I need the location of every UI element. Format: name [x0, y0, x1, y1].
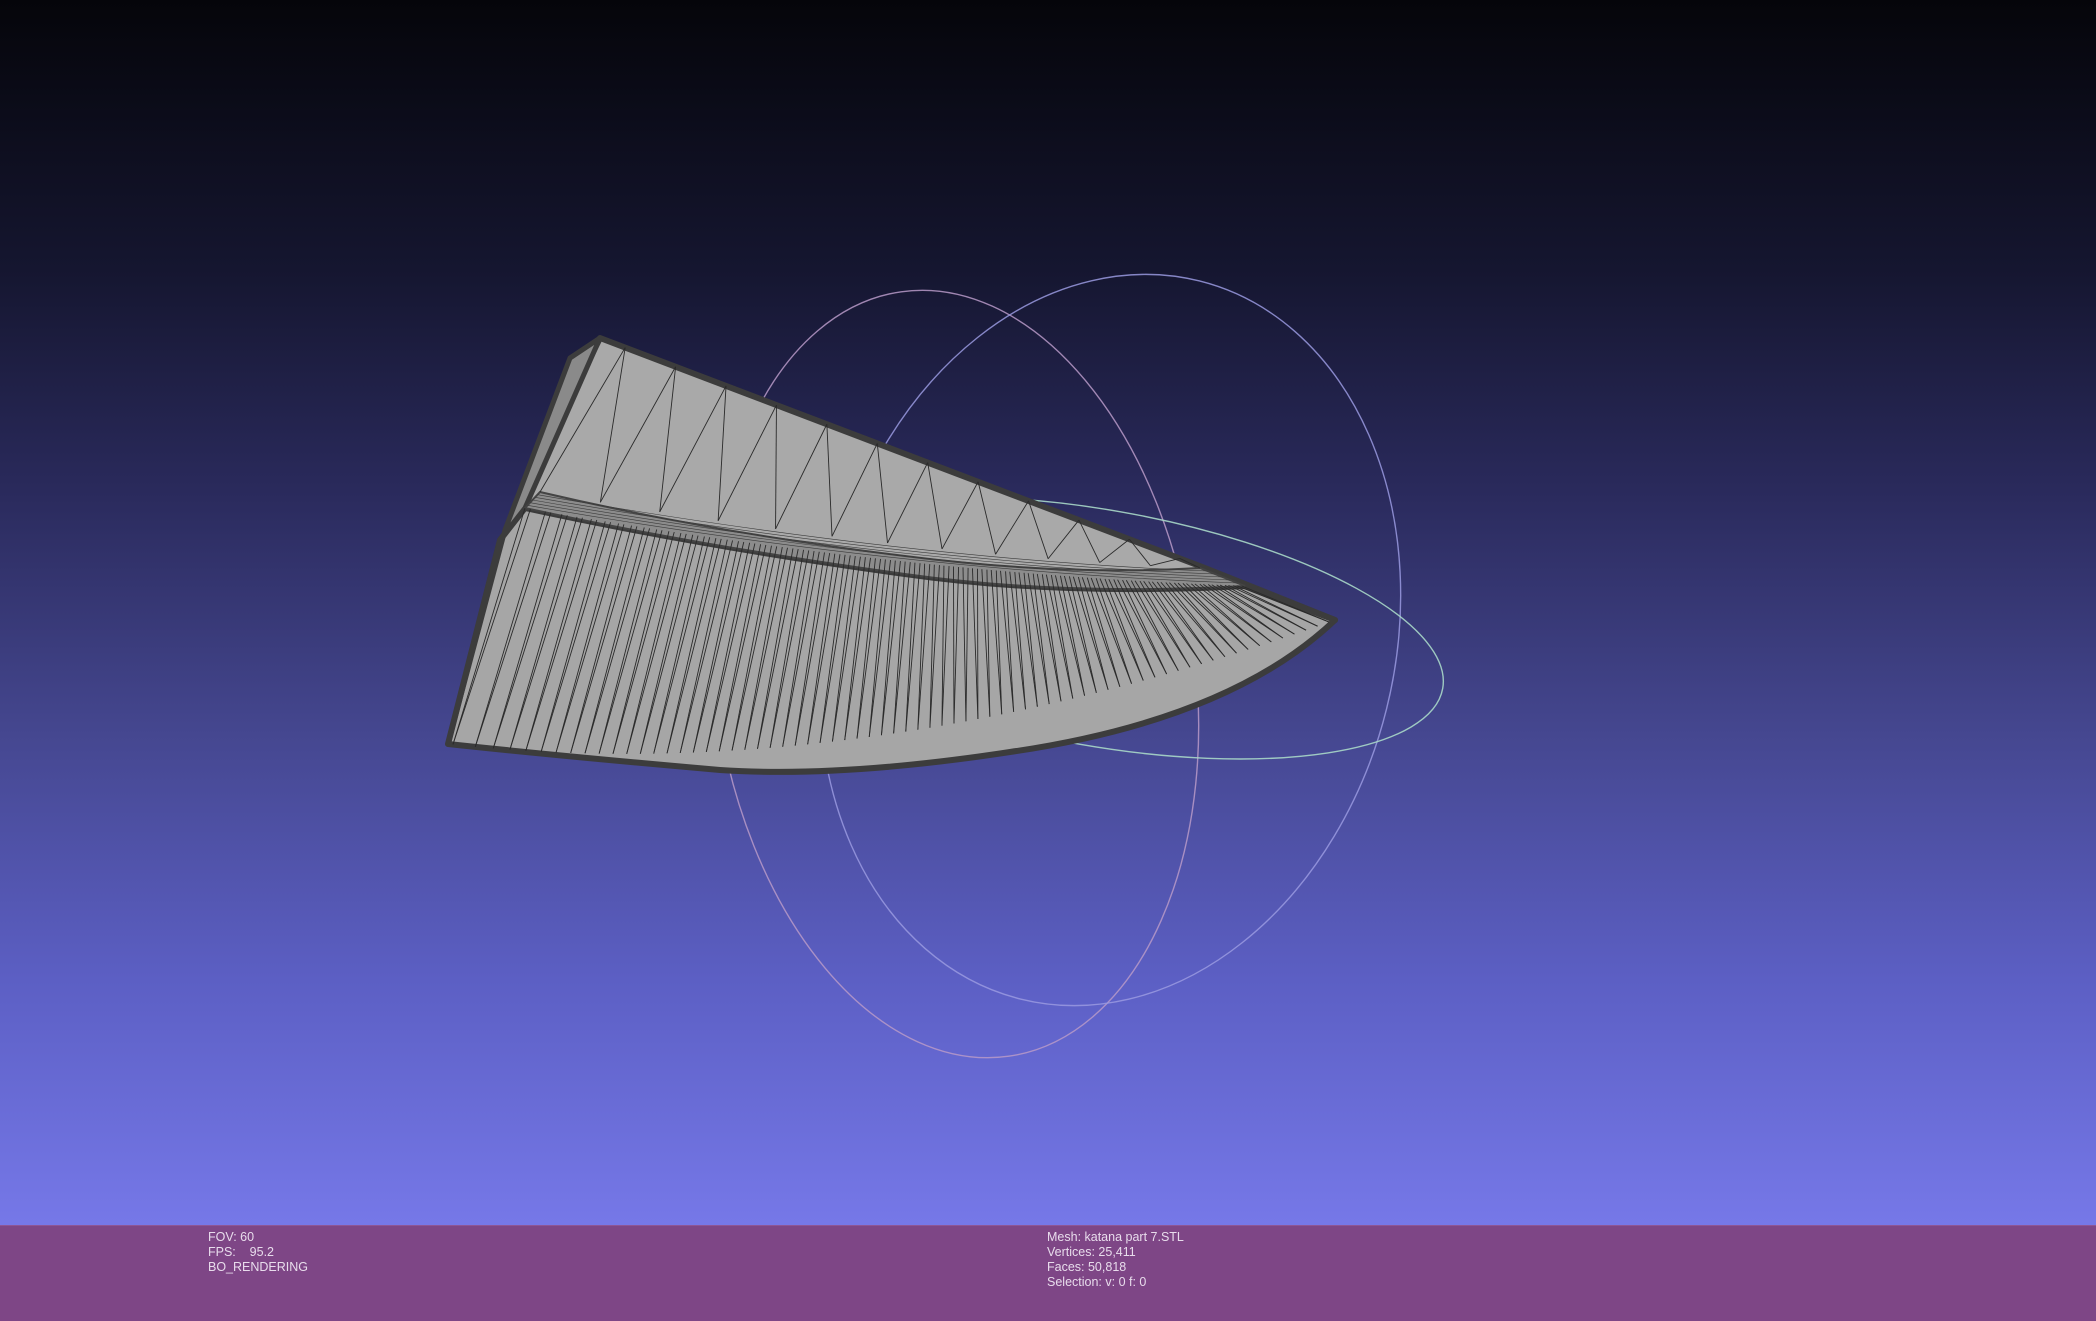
fps-readout: FPS: 95.2: [208, 1245, 308, 1260]
3d-viewport[interactable]: [0, 0, 2096, 1225]
status-info-bar: FOV: 60 FPS: 95.2 BO_RENDERING Mesh: kat…: [0, 1225, 2096, 1321]
faces-readout: Faces: 50,818: [1047, 1260, 1184, 1275]
mesh-scene[interactable]: [0, 0, 2096, 1225]
vertices-readout: Vertices: 25,411: [1047, 1245, 1184, 1260]
render-info: FOV: 60 FPS: 95.2 BO_RENDERING: [208, 1230, 308, 1275]
mesh-model[interactable]: [448, 338, 1335, 772]
selection-readout: Selection: v: 0 f: 0: [1047, 1275, 1184, 1290]
render-mode-readout: BO_RENDERING: [208, 1260, 308, 1275]
mesh-info: Mesh: katana part 7.STL Vertices: 25,411…: [1047, 1230, 1184, 1290]
fov-readout: FOV: 60: [208, 1230, 308, 1245]
mesh-name-readout: Mesh: katana part 7.STL: [1047, 1230, 1184, 1245]
